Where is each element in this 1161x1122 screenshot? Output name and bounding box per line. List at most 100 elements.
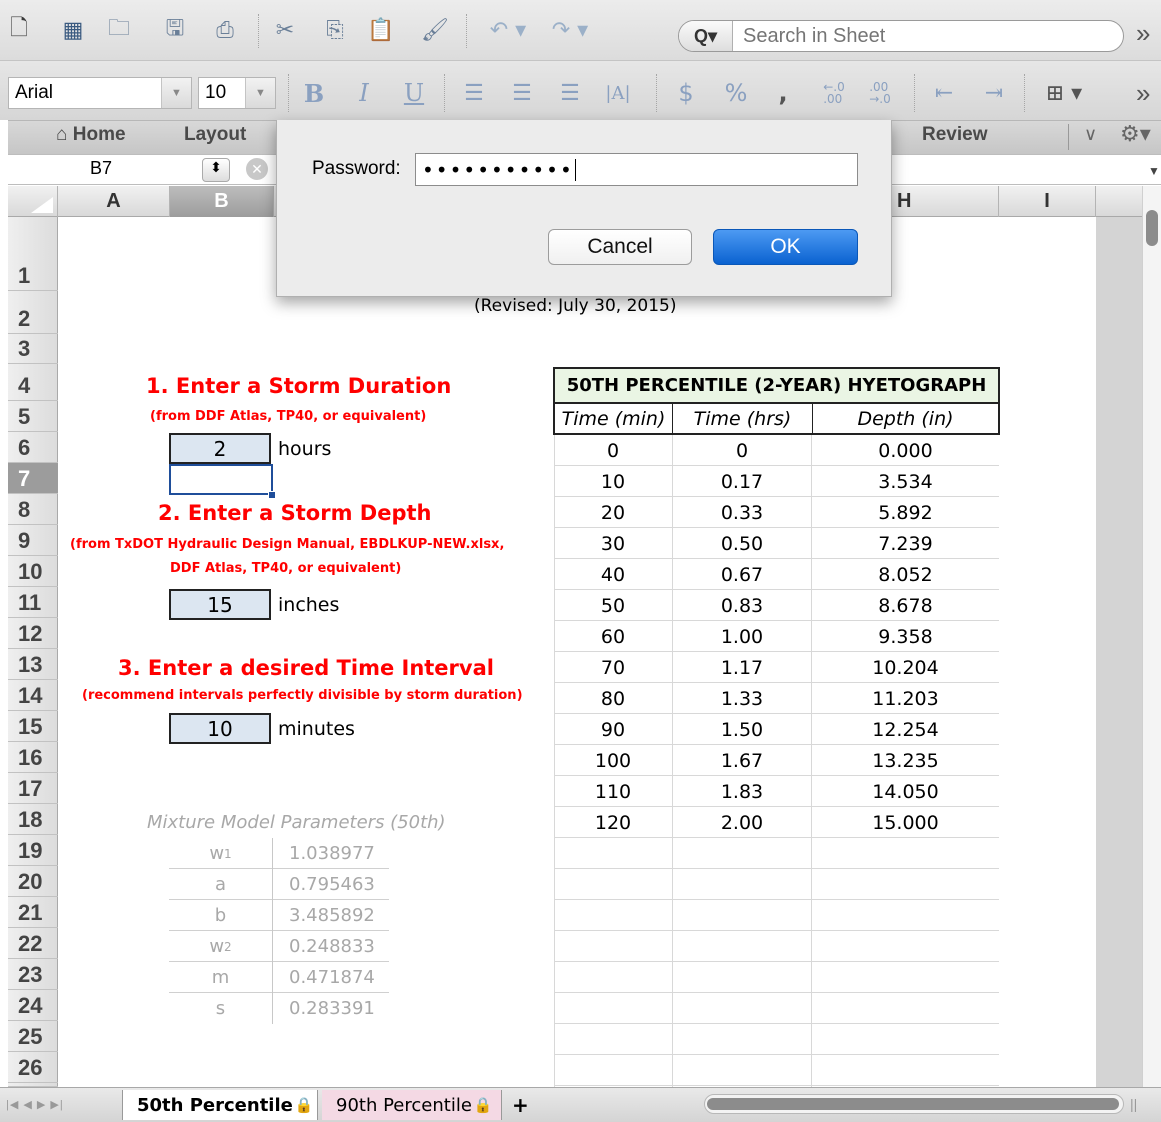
row-header[interactable]: 8 <box>8 494 58 525</box>
select-all-corner[interactable] <box>8 186 58 217</box>
horizontal-scrollbar[interactable] <box>704 1094 1124 1114</box>
format-painter-icon[interactable]: 🖌 <box>420 14 450 46</box>
ok-button[interactable]: OK <box>713 229 858 265</box>
add-sheet-button[interactable]: + <box>504 1090 538 1120</box>
comma-style-button[interactable]: , <box>768 76 798 110</box>
decrease-indent-icon[interactable]: ⇤ <box>924 76 964 110</box>
row-header[interactable]: 25 <box>8 1021 58 1052</box>
table-row: 50 0.83 8.678 <box>554 590 999 621</box>
separator <box>258 14 259 48</box>
align-left-icon[interactable]: ☰ <box>456 76 492 110</box>
row-header[interactable]: 3 <box>8 334 58 364</box>
row-header[interactable]: 24 <box>8 990 58 1021</box>
copy-icon[interactable]: ⎘ <box>320 14 350 46</box>
new-document-icon[interactable]: 🗋 <box>4 14 34 46</box>
cell: 50 <box>600 594 626 617</box>
percent-button[interactable]: % <box>716 76 756 110</box>
scroll-thumb[interactable] <box>707 1098 1119 1110</box>
row-header[interactable]: 15 <box>8 711 58 742</box>
cell: 5.892 <box>878 501 933 524</box>
open-folder-icon[interactable]: 🗀 <box>104 14 134 46</box>
toolbar-overflow-icon[interactable]: » <box>1136 18 1150 49</box>
italic-button[interactable]: I <box>346 76 382 110</box>
row-header[interactable]: 23 <box>8 959 58 990</box>
resize-handle-icon[interactable]: || <box>1130 1096 1137 1112</box>
row-header[interactable]: 10 <box>8 556 58 587</box>
increase-decimal-button[interactable]: ←.0 .00 <box>812 76 856 110</box>
chevron-down-icon[interactable]: ▼ <box>245 78 275 108</box>
align-right-icon[interactable]: ☰ <box>552 76 588 110</box>
row-header[interactable]: 20 <box>8 866 58 897</box>
row-header[interactable]: 11 <box>8 587 58 618</box>
row-header[interactable]: 18 <box>8 804 58 835</box>
sheet-tab-50th[interactable]: 50th Percentile 🔒 <box>122 1090 318 1120</box>
scroll-thumb[interactable] <box>1146 210 1158 246</box>
chevron-down-icon[interactable]: ▼ <box>161 78 191 108</box>
cancel-button[interactable]: Cancel <box>548 229 692 265</box>
row-header[interactable]: 2 <box>8 291 58 334</box>
tab-layout[interactable]: Layout <box>184 124 246 146</box>
row-header[interactable]: 9 <box>8 525 58 556</box>
cell-stepper[interactable]: ⬍ <box>202 158 230 182</box>
cell-reference[interactable]: B7 <box>90 158 112 179</box>
separator <box>1024 74 1025 112</box>
undo-icon[interactable]: ↶ ▾ <box>478 14 538 46</box>
selected-cell-b7[interactable] <box>169 464 273 495</box>
search-icon[interactable]: Q▾ <box>679 21 733 51</box>
borders-icon[interactable]: ⊞ ▾ <box>1034 76 1094 110</box>
row-header[interactable]: 6 <box>8 432 58 463</box>
print-icon[interactable]: ⎙ <box>210 14 240 46</box>
row-header[interactable]: 1 <box>8 217 58 291</box>
align-center-icon[interactable]: ☰ <box>504 76 540 110</box>
row-header[interactable]: 16 <box>8 742 58 773</box>
decrease-decimal-button[interactable]: .00 →.0 <box>858 76 902 110</box>
depth-input[interactable]: 15 <box>169 589 271 620</box>
search-input[interactable] <box>735 21 1115 51</box>
row-header[interactable]: 5 <box>8 401 58 432</box>
underline-button[interactable]: U <box>396 76 432 110</box>
redo-icon[interactable]: ↷ ▾ <box>540 14 600 46</box>
tab-home[interactable]: ⌂ Home <box>56 124 126 146</box>
column-header-a[interactable]: A <box>58 186 170 217</box>
vertical-scrollbar[interactable] <box>1142 186 1161 1087</box>
cancel-edit-icon[interactable]: ✕ <box>246 158 268 180</box>
row-header[interactable]: 17 <box>8 773 58 804</box>
font-name-select[interactable]: Arial ▼ <box>8 77 192 109</box>
font-size-select[interactable]: 10 ▼ <box>198 77 276 109</box>
interval-input[interactable]: 10 <box>169 713 271 744</box>
column-header-h[interactable]: H <box>893 186 999 217</box>
column-header-i[interactable]: I <box>999 186 1096 217</box>
row-header[interactable]: 22 <box>8 928 58 959</box>
sheet-tab-90th[interactable]: 90th Percentile 🔒 <box>322 1090 502 1120</box>
mixture-row: b 3.485892 <box>169 900 389 931</box>
save-icon[interactable]: 🖫 <box>160 14 190 46</box>
increase-indent-icon[interactable]: ⇥ <box>974 76 1014 110</box>
search-sheet-field[interactable]: Q▾ <box>678 20 1124 52</box>
row-header[interactable]: 19 <box>8 835 58 866</box>
currency-button[interactable]: $ <box>668 76 704 110</box>
bold-button[interactable]: B <box>296 76 332 110</box>
duration-input[interactable]: 2 <box>169 433 271 464</box>
password-field[interactable]: ••••••••••• <box>415 153 858 186</box>
gear-icon[interactable]: ⚙▾ <box>1120 121 1151 147</box>
tab-navigation-icons[interactable]: |◀ ◀ ▶ ▶| <box>6 1098 64 1111</box>
row-header[interactable]: 13 <box>8 649 58 680</box>
row-header[interactable]: 26 <box>8 1052 58 1083</box>
row-header-selected[interactable]: 7 <box>8 463 58 494</box>
row-header[interactable]: 12 <box>8 618 58 649</box>
tab-review[interactable]: Review <box>922 124 987 146</box>
chevron-down-icon[interactable]: ▼ <box>1148 164 1160 178</box>
column-header-b[interactable]: B <box>170 186 274 217</box>
collapse-ribbon-icon[interactable]: ∨ <box>1084 124 1097 145</box>
format-overflow-icon[interactable]: » <box>1136 78 1150 109</box>
paste-icon[interactable]: 📋 <box>366 14 396 46</box>
fill-handle[interactable] <box>268 491 276 499</box>
row-header[interactable]: 21 <box>8 897 58 928</box>
tab-home-label: Home <box>72 124 126 145</box>
table-row: 60 1.00 9.358 <box>554 621 999 652</box>
gallery-icon[interactable]: ▦ <box>58 14 88 46</box>
merge-cells-icon[interactable]: |A| <box>598 76 638 110</box>
cut-icon[interactable]: ✂ <box>270 14 300 46</box>
row-header[interactable]: 4 <box>8 364 58 401</box>
row-header[interactable]: 14 <box>8 680 58 711</box>
